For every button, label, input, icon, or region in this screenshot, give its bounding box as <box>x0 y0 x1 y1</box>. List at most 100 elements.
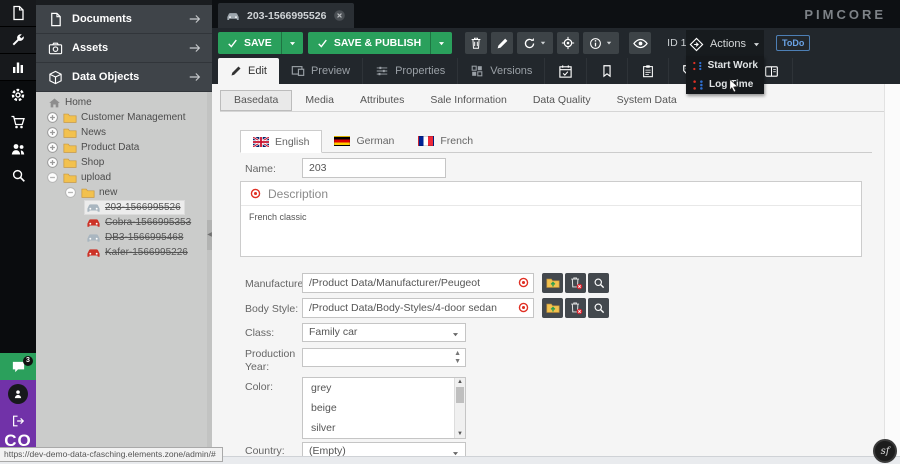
tree-item-cobra[interactable]: Cobra-1566995353 <box>36 215 207 230</box>
spinner-arrows[interactable]: ▲▼ <box>454 350 461 366</box>
collapse-tree-handle[interactable]: ◀ <box>207 220 212 250</box>
save-dropdown-caret[interactable] <box>281 32 303 54</box>
manufacturer-input[interactable]: /Product Data/Manufacturer/Peugeot <box>302 273 534 293</box>
car-grey-icon <box>86 200 101 215</box>
scroll-down-icon[interactable]: ▼ <box>455 431 465 437</box>
object-tree: Home Customer Management News Product Da… <box>36 92 207 456</box>
tree-item-203[interactable]: 203-1566995526 <box>36 200 207 215</box>
production-year-spinner[interactable]: ▲▼ <box>302 348 466 367</box>
nav-customers-button[interactable] <box>0 135 36 162</box>
color-option-silver[interactable]: silver <box>303 418 465 438</box>
manufacturer-search-button[interactable] <box>588 273 609 293</box>
color-listbox[interactable]: grey beige silver ▲ ▼ <box>302 377 466 439</box>
tab-preview[interactable]: Preview <box>279 58 363 84</box>
pimcore-admin-window: 3 CO Documents Assets <box>0 0 900 464</box>
folder-icon <box>63 156 77 170</box>
sidebar-item-data-objects[interactable]: Data Objects <box>36 63 212 92</box>
close-icon[interactable] <box>333 9 346 22</box>
tree-item-label: News <box>81 127 106 138</box>
tree-item-upload[interactable]: upload <box>36 170 207 185</box>
color-option-beige[interactable]: beige <box>303 398 465 418</box>
tab-media[interactable]: Media <box>292 90 347 111</box>
nav-tools-button[interactable] <box>0 27 36 54</box>
nav-search-button[interactable] <box>0 162 36 189</box>
symfony-profiler-button[interactable]: sf <box>873 439 897 463</box>
tree-item-kafer[interactable]: Kafer-1566995226 <box>36 245 207 260</box>
tab-language-german[interactable]: German <box>322 130 406 152</box>
nav-ecommerce-button[interactable] <box>0 108 36 135</box>
french-flag-icon <box>418 136 434 146</box>
object-tab[interactable]: 203-1566995526 <box>218 3 354 28</box>
save-publish-button[interactable]: SAVE & PUBLISH <box>308 32 452 54</box>
tab-reports[interactable] <box>628 58 669 84</box>
tab-properties[interactable]: Properties <box>363 58 458 84</box>
tree-item-home[interactable]: Home <box>36 95 207 110</box>
expand-plus-icon[interactable] <box>46 141 59 154</box>
manufacturer-open-button[interactable] <box>542 273 563 293</box>
sidebar-item-documents[interactable]: Documents <box>36 5 212 34</box>
tab-language-english[interactable]: English <box>240 130 322 153</box>
logout-button[interactable] <box>0 407 36 434</box>
locate-in-tree-button[interactable] <box>557 32 579 54</box>
scroll-up-icon[interactable]: ▲ <box>455 379 465 385</box>
expand-plus-icon[interactable] <box>46 156 59 169</box>
editor-tab-bar: Edit Preview Properties Versions <box>212 58 900 84</box>
user-profile-button[interactable] <box>0 380 36 407</box>
tree-item-new[interactable]: new <box>36 185 207 200</box>
spinner-up-icon[interactable]: ▲ <box>454 350 461 358</box>
scrollbar-thumb[interactable] <box>456 387 464 403</box>
collapse-minus-icon[interactable] <box>46 171 59 184</box>
tab-scheduler[interactable] <box>545 58 587 84</box>
tree-splitter[interactable]: ◀ <box>207 92 212 456</box>
tab-language-french[interactable]: French <box>406 130 485 152</box>
tree-item-shop[interactable]: Shop <box>36 155 207 170</box>
open-preview-button[interactable] <box>629 32 651 54</box>
save-button[interactable]: SAVE <box>218 32 303 54</box>
delete-button[interactable] <box>465 32 487 54</box>
document-icon <box>48 12 63 27</box>
expand-plus-icon[interactable] <box>46 111 59 124</box>
book-icon <box>764 64 779 79</box>
body-style-search-button[interactable] <box>588 298 609 318</box>
tab-data-quality[interactable]: Data Quality <box>520 90 604 111</box>
tab-basedata[interactable]: Basedata <box>220 90 292 111</box>
description-editor[interactable]: French classic <box>241 206 861 228</box>
tab-notes[interactable] <box>587 58 628 84</box>
chat-button[interactable]: 3 <box>0 353 36 380</box>
manufacturer-clear-button[interactable] <box>565 273 586 293</box>
tree-item-news[interactable]: News <box>36 125 207 140</box>
body-style-input[interactable]: /Product Data/Body-Styles/4-door sedan <box>302 298 534 318</box>
reload-button[interactable] <box>517 32 553 54</box>
tree-item-customer-management[interactable]: Customer Management <box>36 110 207 125</box>
actions-dropdown-button[interactable]: Actions <box>686 30 764 58</box>
tab-system-data[interactable]: System Data <box>604 90 690 111</box>
listbox-scrollbar[interactable]: ▲ ▼ <box>454 378 465 438</box>
menu-item-start-work[interactable]: Start Work <box>686 56 764 75</box>
nav-reports-button[interactable] <box>0 54 36 81</box>
collapse-minus-icon[interactable] <box>64 186 77 199</box>
search-icon <box>593 277 605 289</box>
spinner-down-icon[interactable]: ▼ <box>454 358 461 366</box>
class-select[interactable]: Family car <box>302 323 466 342</box>
tree-item-db3[interactable]: DB3-1566995468 <box>36 230 207 245</box>
menu-item-log-time[interactable]: Log Time <box>686 75 764 94</box>
search-icon <box>593 302 605 314</box>
tab-versions[interactable]: Versions <box>458 58 545 84</box>
tab-sale-information[interactable]: Sale Information <box>417 90 519 111</box>
expand-plus-icon[interactable] <box>46 126 59 139</box>
tab-attributes[interactable]: Attributes <box>347 90 417 111</box>
name-input[interactable]: 203 <box>302 158 446 178</box>
save-publish-dropdown-caret[interactable] <box>430 32 452 54</box>
body-style-open-button[interactable] <box>542 298 563 318</box>
sidebar-section-label: Assets <box>72 42 188 54</box>
info-button[interactable] <box>583 32 619 54</box>
rename-button[interactable] <box>491 32 513 54</box>
tree-item-product-data[interactable]: Product Data <box>36 140 207 155</box>
content-scrollbar[interactable] <box>884 84 900 456</box>
sidebar-item-assets[interactable]: Assets <box>36 34 212 63</box>
nav-settings-button[interactable] <box>0 81 36 108</box>
body-style-clear-button[interactable] <box>565 298 586 318</box>
tab-edit[interactable]: Edit <box>218 58 279 84</box>
nav-documents-button[interactable] <box>0 0 36 27</box>
color-option-grey[interactable]: grey <box>303 378 465 398</box>
